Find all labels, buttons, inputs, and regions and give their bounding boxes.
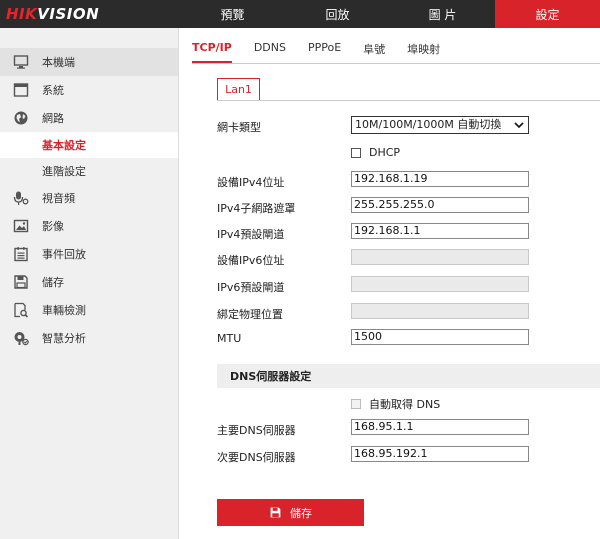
camera-mic-icon <box>12 189 30 207</box>
ipv6-gateway-label: IPv6預設閘道 <box>217 281 285 294</box>
sidebar-item-storage[interactable]: 儲存 <box>0 268 178 296</box>
secondary-dns-input[interactable]: 168.95.192.1 <box>351 446 529 462</box>
nic-type-label: 網卡類型 <box>217 121 261 134</box>
sidebar-item-event-playback[interactable]: 事件回放 <box>0 240 178 268</box>
nav-picture[interactable]: 圖 片 <box>390 0 495 28</box>
sidebar-item-video-audio[interactable]: 視音頻 <box>0 184 178 212</box>
ipv4-gateway-label: IPv4預設閘道 <box>217 228 285 241</box>
sidebar-item-label: 影像 <box>42 220 64 233</box>
auto-dns-label: 自動取得 DNS <box>369 398 441 411</box>
sidebar-item-basic-settings[interactable]: 基本設定 <box>0 132 178 158</box>
ipv4-gateway-input[interactable]: 192.168.1.1 <box>351 223 529 239</box>
sidebar-item-advanced-settings[interactable]: 進階設定 <box>0 158 178 184</box>
save-label: 儲存 <box>290 506 312 520</box>
dhcp-checkbox[interactable] <box>351 147 361 158</box>
mac-address-input <box>351 303 529 319</box>
tab-port-mapping[interactable]: 埠映射 <box>407 41 440 63</box>
document-search-icon <box>12 301 30 319</box>
auto-dns-checkbox-row[interactable]: 自動取得 DNS <box>351 396 440 412</box>
mac-address-label: 綁定物理位置 <box>217 308 283 321</box>
nic-type-select[interactable]: 10M/100M/1000M 自動切換 <box>351 116 529 134</box>
sidebar-item-vehicle-detection[interactable]: 車輛檢測 <box>0 296 178 324</box>
sidebar-item-smart-analysis[interactable]: 智慧分析 <box>0 324 178 352</box>
main-panel: TCP/IP DDNS PPPoE 阜號 埠映射 Lan1 網卡類型 10M/1… <box>180 28 600 539</box>
nav-settings[interactable]: 設定 <box>495 0 600 28</box>
tab-port[interactable]: 阜號 <box>363 41 385 63</box>
sidebar: 本機端 系統 網路 基本設定 進階設定 視音頻 影像 事件回放 儲存 車輛檢測 … <box>0 28 179 539</box>
dhcp-checkbox-row[interactable]: DHCP <box>351 146 400 159</box>
top-bar: HIKVISION 預覽 回放 圖 片 設定 <box>0 0 600 28</box>
nav-preview[interactable]: 預覽 <box>180 0 285 28</box>
logo-prefix: HIK <box>6 5 38 23</box>
sidebar-item-label: 智慧分析 <box>42 332 86 345</box>
sidebar-item-network[interactable]: 網路 <box>0 104 178 132</box>
ipv4-address-input[interactable]: 192.168.1.19 <box>351 171 529 187</box>
lan-divider <box>217 100 600 101</box>
logo-suffix: VISION <box>37 5 100 23</box>
tab-pppoe[interactable]: PPPoE <box>308 41 341 63</box>
tab-lan1[interactable]: Lan1 <box>217 78 260 101</box>
mtu-label: MTU <box>217 332 242 345</box>
mtu-input[interactable]: 1500 <box>351 329 529 345</box>
auto-dns-checkbox[interactable] <box>351 399 361 409</box>
sidebar-item-local[interactable]: 本機端 <box>0 48 178 76</box>
sidebar-item-label: 儲存 <box>42 276 64 289</box>
ipv4-address-label: 設備IPv4位址 <box>217 176 285 189</box>
primary-dns-input[interactable]: 168.95.1.1 <box>351 419 529 435</box>
sidebar-item-label: 網路 <box>42 112 64 125</box>
secondary-dns-label: 次要DNS伺服器 <box>217 451 296 464</box>
ipv4-mask-input[interactable]: 255.255.255.0 <box>351 197 529 213</box>
tab-tcpip[interactable]: TCP/IP <box>192 41 232 63</box>
nic-type-value: 10M/100M/1000M 自動切換 <box>355 118 502 131</box>
sidebar-item-label: 本機端 <box>42 56 75 69</box>
floppy-disk-icon <box>270 507 281 518</box>
sidebar-item-label: 系統 <box>42 84 64 97</box>
floppy-disk-icon <box>12 273 30 291</box>
smart-camera-icon <box>12 329 30 347</box>
ipv6-address-label: 設備IPv6位址 <box>217 254 285 267</box>
chevron-down-icon <box>514 122 524 129</box>
globe-icon <box>12 109 30 127</box>
ipv6-gateway-input <box>351 276 529 292</box>
ipv4-mask-label: IPv4子網路遮罩 <box>217 202 296 215</box>
sidebar-item-label: 事件回放 <box>42 248 86 261</box>
dhcp-label: DHCP <box>369 146 401 159</box>
sidebar-item-label: 車輛檢測 <box>42 304 86 317</box>
calendar-list-icon <box>12 245 30 263</box>
dns-section-title: DNS伺服器設定 <box>217 364 600 388</box>
monitor-icon <box>12 53 30 71</box>
tabs-divider <box>192 63 600 64</box>
primary-dns-label: 主要DNS伺服器 <box>217 424 296 437</box>
image-icon <box>12 217 30 235</box>
nav-playback[interactable]: 回放 <box>285 0 390 28</box>
window-icon <box>12 81 30 99</box>
tab-ddns[interactable]: DDNS <box>254 41 286 63</box>
network-tabs: TCP/IP DDNS PPPoE 阜號 埠映射 <box>192 41 462 63</box>
sidebar-item-label: 視音頻 <box>42 192 75 205</box>
ipv6-address-input <box>351 249 529 265</box>
sidebar-item-image[interactable]: 影像 <box>0 212 178 240</box>
brand-logo: HIKVISION <box>0 5 180 23</box>
top-nav: 預覽 回放 圖 片 設定 <box>180 0 600 28</box>
save-button[interactable]: 儲存 <box>217 499 364 526</box>
sidebar-item-system[interactable]: 系統 <box>0 76 178 104</box>
